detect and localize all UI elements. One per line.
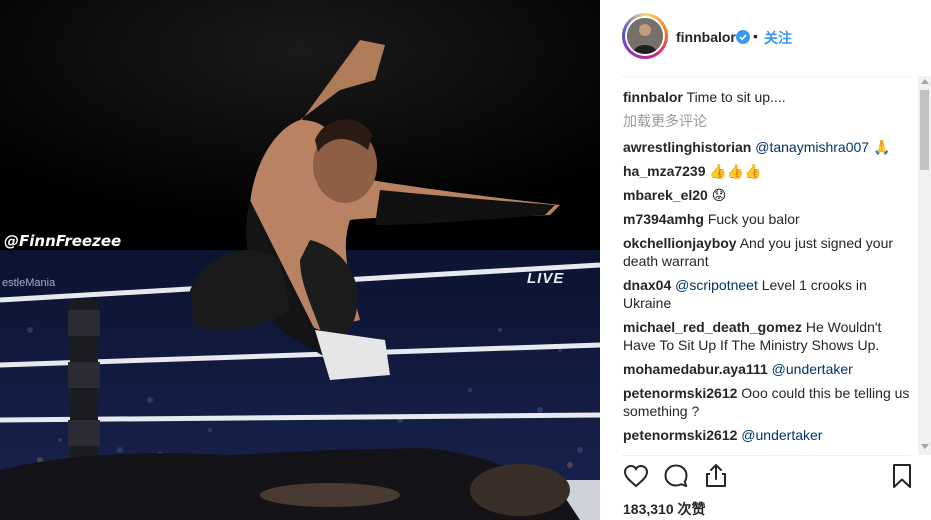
comment-username[interactable]: awrestlinghistorian xyxy=(623,139,751,155)
comment-username[interactable]: petenormski2612 xyxy=(623,427,737,443)
load-more-comments-button[interactable]: 加载更多评论 xyxy=(623,112,915,130)
verified-badge-icon xyxy=(736,30,750,44)
comment-item: okchellionjayboy And you just signed you… xyxy=(623,234,915,270)
photo-watermark-handle: @FinnFreezee xyxy=(4,232,122,250)
comment-username[interactable]: mohamedabur.aya111 xyxy=(623,361,768,377)
comment-text: Fuck you balor xyxy=(707,211,800,227)
bookmark-icon[interactable] xyxy=(888,462,916,490)
heart-icon[interactable] xyxy=(622,462,650,490)
header-username[interactable]: finnbalor xyxy=(676,29,736,45)
avatar[interactable] xyxy=(622,13,668,59)
photo-watermark-live: LIVE xyxy=(527,270,565,287)
comment-item: mohamedabur.aya111 @undertaker xyxy=(623,360,915,378)
like-count-number: 183,310 xyxy=(623,501,674,517)
comment-mention[interactable]: @scripotneet xyxy=(675,277,758,293)
wrestling-photo xyxy=(0,0,600,520)
comment-username[interactable]: petenormski2612 xyxy=(623,385,737,401)
comment-item: mbarek_el20 😟 xyxy=(623,186,915,204)
comment-list: finnbalor Time to sit up.... 加载更多评论 awre… xyxy=(623,88,915,450)
post-photo[interactable]: @FinnFreezee estleMania LIVE xyxy=(0,0,600,520)
follow-button[interactable]: 关注 xyxy=(764,28,792,48)
action-bar xyxy=(622,462,912,492)
caption-text: Time to sit up.... xyxy=(686,89,786,105)
comment-mention[interactable]: @undertaker xyxy=(741,427,822,443)
separator-dot: • xyxy=(753,28,758,44)
comment-item: awrestlinghistorian @tanaymishra007 🙏 xyxy=(623,138,915,156)
comments-scrollbar[interactable] xyxy=(918,76,931,455)
comment-username[interactable]: mbarek_el20 xyxy=(623,187,708,203)
caption-username[interactable]: finnbalor xyxy=(623,89,683,105)
scroll-up-arrow-icon[interactable] xyxy=(921,79,929,84)
scrollbar-thumb[interactable] xyxy=(920,90,929,170)
like-count-label: 次赞 xyxy=(677,501,706,517)
comment-username[interactable]: michael_red_death_gomez xyxy=(623,319,802,335)
comment-mention[interactable]: @undertaker xyxy=(772,361,853,377)
post-header: finnbalor • 关注 xyxy=(600,0,931,76)
comment-item: michael_red_death_gomez He Wouldn't Have… xyxy=(623,318,915,354)
comment-item: petenormski2612 @undertaker xyxy=(623,426,915,444)
share-icon[interactable] xyxy=(702,462,730,490)
photo-watermark-event: estleMania xyxy=(2,277,56,289)
comment-text: 😟 xyxy=(711,187,727,203)
caption: finnbalor Time to sit up.... xyxy=(623,88,915,106)
comment-mention[interactable]: @tanaymishra007 xyxy=(755,139,869,155)
comment-item: m7394amhg Fuck you balor xyxy=(623,210,915,228)
comment-item: ha_mza7239 👍👍👍 xyxy=(623,162,915,180)
comment-text: 🙏 xyxy=(869,139,891,155)
post-side-panel: finnbalor • 关注 finnbalor Time to sit up.… xyxy=(600,0,931,520)
scroll-down-arrow-icon[interactable] xyxy=(921,444,929,449)
actions-divider xyxy=(622,455,911,456)
header-divider xyxy=(622,76,911,77)
comment-item: petenormski2612 Ooo could this be tellin… xyxy=(623,384,915,420)
like-count[interactable]: 183,310 次赞 xyxy=(623,499,706,519)
comment-username[interactable]: okchellionjayboy xyxy=(623,235,737,251)
comment-username[interactable]: m7394amhg xyxy=(623,211,704,227)
comment-text: 👍👍👍 xyxy=(709,163,762,179)
comment-item: dnax04 @scripotneet Level 1 crooks in Uk… xyxy=(623,276,915,312)
comment-username[interactable]: ha_mza7239 xyxy=(623,163,706,179)
comment-username[interactable]: dnax04 xyxy=(623,277,671,293)
comment-icon[interactable] xyxy=(662,462,690,490)
